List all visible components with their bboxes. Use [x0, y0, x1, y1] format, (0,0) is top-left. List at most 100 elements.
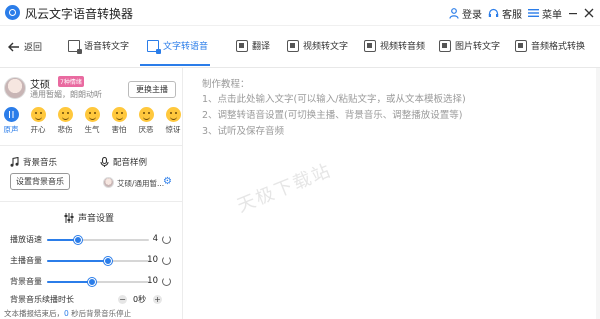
slider-value: 4	[152, 234, 158, 244]
tab-label: 翻译	[252, 42, 271, 52]
set-background-music-button[interactable]: 设置背景音乐	[10, 173, 70, 190]
angry-emoji-icon	[84, 107, 100, 122]
voice-avatar	[4, 77, 26, 99]
increase-button[interactable]: +	[153, 295, 162, 304]
voice-sample-item[interactable]: 艾硕/通用暂...	[117, 178, 164, 189]
close-icon[interactable]	[584, 8, 594, 18]
background-music-title: 背景音乐	[23, 158, 58, 168]
title-bar-actions: 登录 客服 菜单	[449, 5, 594, 21]
tab-image-to-text[interactable]: 图片转文字	[439, 39, 500, 52]
decrease-button[interactable]: −	[118, 295, 127, 304]
tab-label: 视频转文字	[303, 42, 349, 52]
reset-icon[interactable]	[162, 277, 171, 286]
note-prefix: 文本播报结束后，	[4, 309, 64, 318]
text-input-area[interactable]: 制作教程： 1、点击此处输入文字(可以输入/粘贴文字，或从文本模板选择) 2、调…	[184, 68, 600, 319]
emotion-label: 害怕	[111, 125, 127, 134]
slider-fill	[47, 260, 109, 262]
menu-button[interactable]: 菜单	[528, 6, 562, 21]
customer-service-button[interactable]: 客服	[488, 6, 522, 21]
sound-settings-title: 声音设置	[78, 214, 115, 224]
music-note-icon	[10, 157, 19, 167]
tutorial-title: 制作教程：	[202, 79, 250, 90]
back-button[interactable]: 返回	[8, 40, 42, 53]
tutorial-step: 3、试听及保存音频	[202, 126, 285, 137]
arrow-left-icon	[8, 42, 19, 51]
tab-text-to-speech[interactable]: 文字转语音	[147, 39, 208, 54]
emotion-sad[interactable]: 悲伤	[56, 107, 74, 139]
menu-icon	[528, 9, 539, 17]
emotion-label: 开心	[30, 125, 46, 134]
translate-icon	[236, 39, 248, 52]
slider-handle[interactable]	[73, 236, 82, 244]
background-volume-slider[interactable]	[47, 278, 149, 286]
slider-label: 主播音量	[10, 256, 42, 265]
tab-label: 语音转文字	[84, 42, 130, 52]
change-voice-button[interactable]: 更换主播	[128, 81, 176, 98]
slider-label: 播放语速	[10, 235, 42, 244]
login-button[interactable]: 登录	[449, 6, 482, 21]
slider-handle[interactable]	[87, 278, 96, 286]
app-logo-icon	[5, 5, 20, 20]
emotion-selector: 原声 开心 悲伤 生气 害怕 厌恶 惊讶	[2, 107, 182, 139]
slider-label: 背景音量	[10, 277, 42, 286]
emotion-label: 惊讶	[165, 125, 181, 134]
service-label: 客服	[502, 9, 522, 21]
text-to-speech-icon	[147, 39, 161, 54]
gear-icon[interactable]: ⚙	[163, 177, 172, 187]
background-music-header: 背景音乐	[10, 156, 57, 168]
emotion-disgust[interactable]: 厌恶	[137, 107, 155, 139]
voice-sample-title: 配音样例	[113, 158, 148, 168]
title-bar: 风云文字语音转换器 登录 客服 菜单	[0, 0, 600, 26]
tab-video-to-text[interactable]: 视频转文字	[287, 39, 348, 52]
duration-note: 文本播报结束后，0 秒后背景音乐停止	[4, 308, 131, 319]
app-title: 风云文字语音转换器	[25, 7, 134, 21]
tab-speech-to-text[interactable]: 语音转文字	[68, 39, 130, 54]
voice-description: 通用暂媚，朗朗动听	[30, 90, 102, 99]
background-volume-slider-row: 背景音量 10	[10, 276, 180, 288]
tab-translate[interactable]: 翻译	[236, 39, 270, 52]
happy-emoji-icon	[30, 107, 46, 122]
back-label: 返回	[24, 43, 43, 53]
function-toolbar: 返回 语音转文字 文字转语音 翻译 视频转文字 视频转音频 图片转文字 音频格式…	[0, 26, 600, 68]
emotion-label: 悲伤	[57, 125, 73, 134]
voice-volume-slider[interactable]	[47, 257, 149, 265]
slider-value: 10	[147, 276, 158, 286]
emotion-label: 生气	[84, 125, 100, 134]
pause-icon	[3, 107, 19, 122]
duration-value: 0秒	[133, 295, 147, 304]
emotion-fear[interactable]: 害怕	[110, 107, 128, 139]
menu-label: 菜单	[542, 9, 562, 21]
scrollbar[interactable]	[596, 68, 600, 319]
slider-handle[interactable]	[104, 257, 113, 265]
emotion-angry[interactable]: 生气	[83, 107, 101, 139]
emotion-happy[interactable]: 开心	[29, 107, 47, 139]
reset-icon[interactable]	[162, 235, 171, 244]
settings-panel: 艾硕 7种情绪 通用暂媚，朗朗动听 更换主播 原声 开心 悲伤 生气 害怕 厌恶	[0, 68, 183, 319]
video-to-audio-icon	[364, 39, 376, 52]
reset-icon[interactable]	[162, 256, 171, 265]
tab-video-to-audio[interactable]: 视频转音频	[364, 39, 425, 52]
divider	[0, 201, 183, 202]
audio-format-icon	[515, 39, 527, 52]
image-to-text-icon	[439, 39, 451, 52]
active-tab-indicator	[140, 64, 210, 66]
speed-slider[interactable]	[47, 236, 149, 244]
divider	[0, 145, 183, 146]
fear-emoji-icon	[111, 107, 127, 122]
emotion-count-badge: 7种情绪	[58, 76, 84, 87]
slider-value: 10	[147, 255, 158, 265]
microphone-icon	[100, 157, 109, 167]
speed-slider-row: 播放语速 4	[10, 234, 180, 246]
emotion-surprise[interactable]: 惊讶	[164, 107, 182, 139]
emotion-original[interactable]: 原声	[2, 107, 20, 139]
tab-audio-format-convert[interactable]: 音频格式转换	[515, 39, 585, 52]
disgust-emoji-icon	[138, 107, 154, 122]
slider-fill	[47, 281, 92, 283]
duration-label: 背景音乐续播时长	[10, 295, 74, 304]
minimize-icon[interactable]	[568, 8, 578, 18]
tab-label: 音频格式转换	[531, 42, 586, 52]
voice-volume-slider-row: 主播音量 10	[10, 255, 180, 267]
note-suffix: 秒后背景音乐停止	[68, 309, 132, 318]
tutorial-step: 2、调整转语音设置(可切换主播、背景音乐、调整播放设置等)	[202, 110, 463, 121]
surprise-emoji-icon	[165, 107, 181, 122]
